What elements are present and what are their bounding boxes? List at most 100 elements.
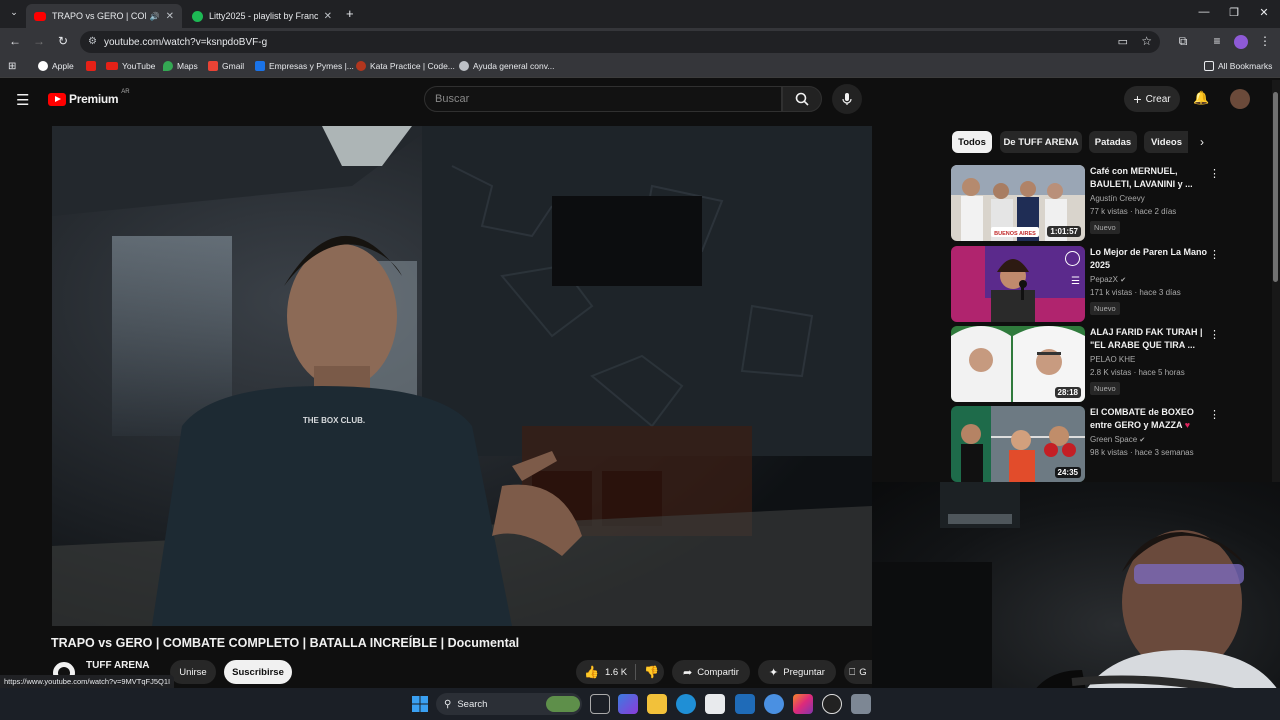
more-actions-icon[interactable]: ⋮ [1209, 328, 1220, 341]
chips-next-chevron-icon[interactable]: › [1192, 132, 1212, 152]
recommended-video[interactable]: BUENOS AIRES 1:01:57 Café con MERNUEL, B… [951, 165, 1221, 241]
search-icon [795, 92, 809, 106]
tab-spotify-playlist[interactable]: Litty2025 - playlist by FrancoBe ✕ [184, 4, 340, 28]
subscribe-button[interactable]: Suscribirse [224, 660, 292, 684]
scrollbar-thumb[interactable] [1273, 92, 1278, 282]
dislike-button[interactable]: 👎 [644, 665, 659, 679]
like-button[interactable]: 👍 1.6 K [584, 665, 627, 679]
address-bar[interactable]: ⚙ youtube.com/watch?v=ksnpdoBVF-g ▭ ☆ [80, 31, 1160, 53]
channel-name[interactable]: PELAO KHE [1090, 355, 1135, 364]
voice-search-button[interactable] [832, 84, 862, 114]
windows-start-icon[interactable] [410, 694, 430, 714]
video-thumbnail[interactable]: 24:35 [951, 406, 1085, 482]
video-player[interactable]: THE BOX CLUB. [52, 126, 872, 626]
thumbnail-caption: BUENOS AIRES [994, 231, 1036, 237]
chip-todos[interactable]: Todos [952, 131, 992, 153]
bookmark-empresas[interactable]: Empresas y Pymes |... [255, 61, 354, 71]
notifications-bell-icon[interactable]: 🔔 [1193, 90, 1209, 106]
account-avatar[interactable] [1230, 89, 1250, 109]
video-title[interactable]: ALAJ FARID FAK TURAH | "EL ARABE QUE TIR… [1090, 326, 1208, 352]
bookmark-maps[interactable]: Maps [163, 61, 198, 71]
more-actions-icon[interactable]: ⋮ [1209, 167, 1220, 180]
apps-grid-icon[interactable]: ⊞ [8, 61, 16, 72]
chip-videos[interactable]: Videos [1144, 131, 1188, 153]
recommended-video[interactable]: 24:35 El COMBATE de BOXEO entre GERO y M… [951, 406, 1221, 482]
store-icon[interactable] [705, 694, 725, 714]
new-badge: Nuevo [1090, 302, 1120, 315]
edge-icon[interactable] [676, 694, 696, 714]
video-thumbnail[interactable]: BUENOS AIRES 1:01:57 [951, 165, 1085, 241]
all-bookmarks[interactable]: All Bookmarks [1204, 61, 1272, 71]
bookmark-youtube[interactable]: YouTube [106, 61, 155, 71]
tab-youtube-video[interactable]: TRAPO vs GERO | COMBATE COMPLETO 🔊 ✕ [26, 4, 182, 28]
more-actions-icon[interactable]: ⋮ [1209, 408, 1220, 421]
instagram-icon[interactable] [793, 694, 813, 714]
bookmark-youtube-red[interactable] [86, 61, 100, 71]
bookmark-label: YouTube [122, 61, 156, 71]
reload-icon[interactable]: ↻ [54, 34, 72, 48]
recommended-video[interactable]: 28:18 ALAJ FARID FAK TURAH | "EL ARABE Q… [951, 326, 1221, 402]
channel-name[interactable]: Green Space ✔ [1090, 435, 1145, 444]
share-button[interactable]: ➦ Compartir [672, 660, 750, 684]
save-button[interactable]: ⎕ G [844, 660, 872, 684]
new-tab-button[interactable]: + [346, 6, 354, 21]
folder-icon [1204, 61, 1214, 71]
join-button[interactable]: Unirse [170, 660, 216, 684]
chip-patadas[interactable]: Patadas [1089, 131, 1137, 153]
reading-list-icon[interactable]: ≡ [1208, 34, 1226, 48]
extensions-icon[interactable]: ⧉ [1174, 34, 1192, 49]
channel-name[interactable]: Agustín Creevy [1090, 194, 1145, 203]
recommended-video[interactable]: ☰ Lo Mejor de Paren La Mano 2025 PepazX … [951, 246, 1221, 322]
profile-avatar[interactable] [1234, 35, 1248, 49]
chrome-menu-icon[interactable]: ⋮ [1256, 34, 1274, 48]
obs-icon[interactable] [822, 694, 842, 714]
search-button[interactable] [782, 86, 822, 112]
create-button[interactable]: + Crear [1124, 86, 1180, 112]
cast-icon[interactable]: ▭ [1118, 35, 1128, 48]
bookmark-ayuda[interactable]: Ayuda general conv... [459, 61, 554, 71]
upload-age: hace 2 días [1134, 207, 1177, 216]
new-badge: Nuevo [1090, 221, 1120, 234]
copilot-icon[interactable] [618, 694, 638, 714]
video-title[interactable]: El COMBATE de BOXEO entre GERO y MAZZA ♥ [1090, 406, 1208, 432]
task-view-icon[interactable] [590, 694, 610, 714]
settings-gear-icon[interactable] [851, 694, 871, 714]
minimize-icon[interactable]: — [1190, 6, 1218, 18]
watch-later-clock-icon[interactable] [1065, 251, 1080, 266]
bookmark-apple[interactable]: Apple [38, 61, 74, 71]
outlook-icon[interactable] [735, 694, 755, 714]
youtube-premium-logo[interactable]: Premium AR [48, 89, 130, 106]
add-to-queue-icon[interactable]: ☰ [1071, 276, 1080, 287]
close-tab-icon[interactable]: ✕ [324, 11, 332, 22]
site-info-icon[interactable]: ⚙ [88, 36, 97, 47]
video-title[interactable]: Café con MERNUEL, BAULETI, LAVANINI y ..… [1090, 165, 1208, 191]
video-thumbnail[interactable]: ☰ [951, 246, 1085, 322]
bookmark-label: Gmail [222, 61, 245, 71]
bookmark-star-icon[interactable]: ☆ [1141, 34, 1152, 48]
audio-playing-icon[interactable]: 🔊 [150, 12, 160, 21]
channel-name[interactable]: PepazX ✔ [1090, 275, 1126, 284]
forward-icon[interactable]: → [30, 34, 48, 48]
video-title[interactable]: Lo Mejor de Paren La Mano 2025 [1090, 246, 1208, 272]
file-explorer-icon[interactable] [647, 694, 667, 714]
restore-icon[interactable]: ❐ [1220, 6, 1248, 19]
chrome-icon[interactable] [764, 694, 784, 714]
search-input[interactable]: Buscar [424, 86, 782, 112]
channel-name[interactable]: TUFF ARENA [86, 660, 150, 671]
bookmark-gmail[interactable]: Gmail [208, 61, 244, 71]
taskbar-search-box[interactable]: ⚲ Search [436, 693, 582, 715]
video-thumbnail[interactable]: 28:18 [951, 326, 1085, 402]
channel-label: Green Space [1090, 435, 1138, 444]
hamburger-menu-icon[interactable]: ☰ [16, 91, 29, 109]
close-tab-icon[interactable]: ✕ [166, 11, 174, 22]
more-actions-icon[interactable]: ⋮ [1209, 248, 1220, 261]
verified-check-icon: ✔ [1139, 437, 1146, 444]
ask-button[interactable]: ✦ Preguntar [758, 660, 836, 684]
chip-de-tuff-arena[interactable]: De TUFF ARENA [1000, 131, 1082, 153]
tab-search-icon[interactable]: ⌄ [6, 7, 22, 21]
close-window-icon[interactable]: ✕ [1250, 6, 1278, 19]
back-icon[interactable]: ← [6, 34, 24, 48]
sparkle-icon: ✦ [769, 666, 779, 679]
shirt-logo-text: THE BOX CLUB. [303, 416, 365, 425]
bookmark-kata[interactable]: Kata Practice | Code... [356, 61, 455, 71]
